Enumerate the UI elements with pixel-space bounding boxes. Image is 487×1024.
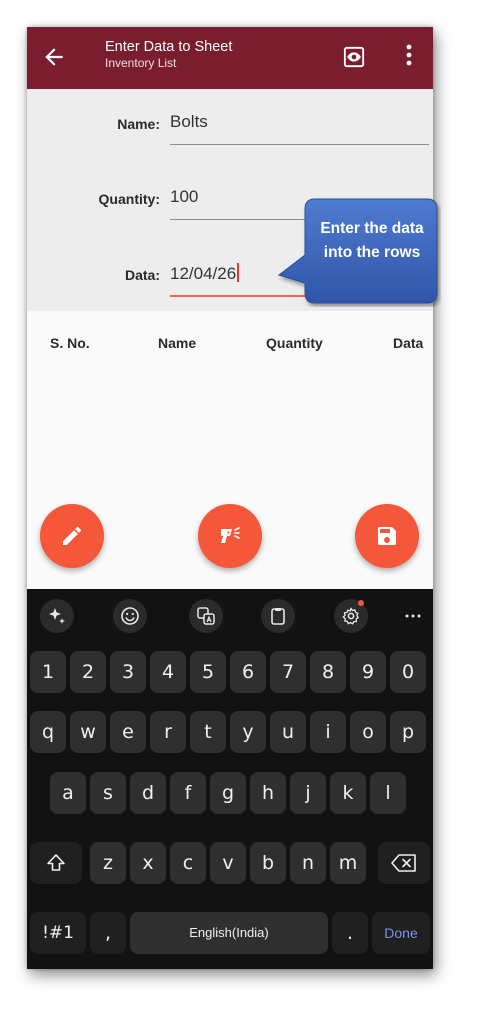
comma-key[interactable]: , [90, 912, 126, 954]
more-button[interactable] [396, 599, 430, 633]
key-2[interactable]: 2 [70, 651, 106, 693]
header-name: Name [158, 335, 197, 351]
page-subtitle: Inventory List [105, 56, 177, 70]
name-label: Name: [117, 116, 160, 132]
save-button[interactable] [355, 504, 419, 568]
header-data: Data [393, 335, 424, 351]
data-field-value: 12/04/26 [170, 264, 237, 283]
key-l[interactable]: l [370, 772, 406, 814]
clipboard-button[interactable] [261, 599, 295, 633]
soft-keyboard: 1 2 3 4 5 6 7 8 9 0 q w e r t y u i o p … [27, 589, 433, 969]
floppy-disk-icon [378, 527, 396, 545]
notification-dot [358, 600, 364, 606]
key-8[interactable]: 8 [310, 651, 346, 693]
space-key[interactable]: English(India) [130, 912, 328, 954]
key-s[interactable]: s [90, 772, 126, 814]
key-z[interactable]: z [90, 842, 126, 884]
key-0[interactable]: 0 [390, 651, 426, 693]
name-field[interactable]: Bolts [170, 112, 208, 132]
key-k[interactable]: k [330, 772, 366, 814]
key-p[interactable]: p [390, 711, 426, 753]
quantity-label: Quantity: [98, 191, 160, 207]
period-key[interactable]: . [332, 912, 368, 954]
shift-key[interactable] [30, 842, 82, 884]
key-w[interactable]: w [70, 711, 106, 753]
key-f[interactable]: f [170, 772, 206, 814]
key-9[interactable]: 9 [350, 651, 386, 693]
more-icon [405, 614, 421, 618]
phone-screen: Enter Data to Sheet Inventory List Name:… [27, 27, 433, 969]
key-u[interactable]: u [270, 711, 306, 753]
key-v[interactable]: v [210, 842, 246, 884]
key-d[interactable]: d [130, 772, 166, 814]
key-4[interactable]: 4 [150, 651, 186, 693]
backspace-icon [391, 854, 416, 872]
scanner-icon [221, 527, 240, 543]
key-o[interactable]: o [350, 711, 386, 753]
page-title: Enter Data to Sheet [105, 39, 233, 55]
name-underline [170, 144, 429, 145]
key-a[interactable]: a [50, 772, 86, 814]
edit-button[interactable] [40, 504, 104, 568]
keyboard-toolbar [27, 589, 433, 639]
done-key[interactable]: Done [372, 912, 430, 954]
data-table: S. No. Name Quantity Data [27, 311, 433, 589]
key-j[interactable]: j [290, 772, 326, 814]
eye-icon[interactable] [343, 46, 365, 68]
name-row: Name: Bolts [27, 104, 433, 148]
header-sno: S. No. [50, 335, 90, 351]
translate-button[interactable] [189, 599, 223, 633]
key-3[interactable]: 3 [110, 651, 146, 693]
key-7[interactable]: 7 [270, 651, 306, 693]
emoji-icon [121, 607, 139, 625]
settings-button[interactable] [334, 599, 368, 633]
instruction-callout: Enter the data into the rows [277, 197, 441, 307]
key-t[interactable]: t [190, 711, 226, 753]
app-bar: Enter Data to Sheet Inventory List [27, 27, 433, 89]
key-q[interactable]: q [30, 711, 66, 753]
key-c[interactable]: c [170, 842, 206, 884]
data-field[interactable]: 12/04/26 [170, 263, 239, 284]
key-x[interactable]: x [130, 842, 166, 884]
back-arrow-icon[interactable] [41, 44, 67, 70]
callout-text: Enter the data into the rows [320, 220, 424, 261]
key-b[interactable]: b [250, 842, 286, 884]
key-g[interactable]: g [210, 772, 246, 814]
key-m[interactable]: m [330, 842, 366, 884]
key-r[interactable]: r [150, 711, 186, 753]
app-bar-titles: Enter Data to Sheet Inventory List [105, 39, 232, 71]
key-h[interactable]: h [250, 772, 286, 814]
pencil-icon [63, 526, 81, 545]
key-1[interactable]: 1 [30, 651, 66, 693]
key-y[interactable]: y [230, 711, 266, 753]
sparkle-icon [49, 608, 65, 624]
key-6[interactable]: 6 [230, 651, 266, 693]
key-5[interactable]: 5 [190, 651, 226, 693]
header-quantity: Quantity [266, 335, 323, 351]
key-n[interactable]: n [290, 842, 326, 884]
settings-icon [342, 607, 360, 625]
key-i[interactable]: i [310, 711, 346, 753]
clipboard-icon [271, 608, 285, 625]
symbols-key[interactable]: !#1 [30, 912, 86, 954]
emoji-button[interactable] [113, 599, 147, 633]
data-label: Data: [124, 267, 160, 283]
translate-icon [197, 607, 215, 625]
quantity-field[interactable]: 100 [170, 187, 198, 207]
scan-button[interactable] [198, 504, 262, 568]
backspace-key[interactable] [378, 842, 430, 884]
key-e[interactable]: e [110, 711, 146, 753]
more-vert-icon[interactable] [401, 42, 417, 70]
shift-icon [47, 854, 65, 871]
sparkle-button[interactable] [40, 599, 74, 633]
text-cursor [237, 263, 239, 282]
